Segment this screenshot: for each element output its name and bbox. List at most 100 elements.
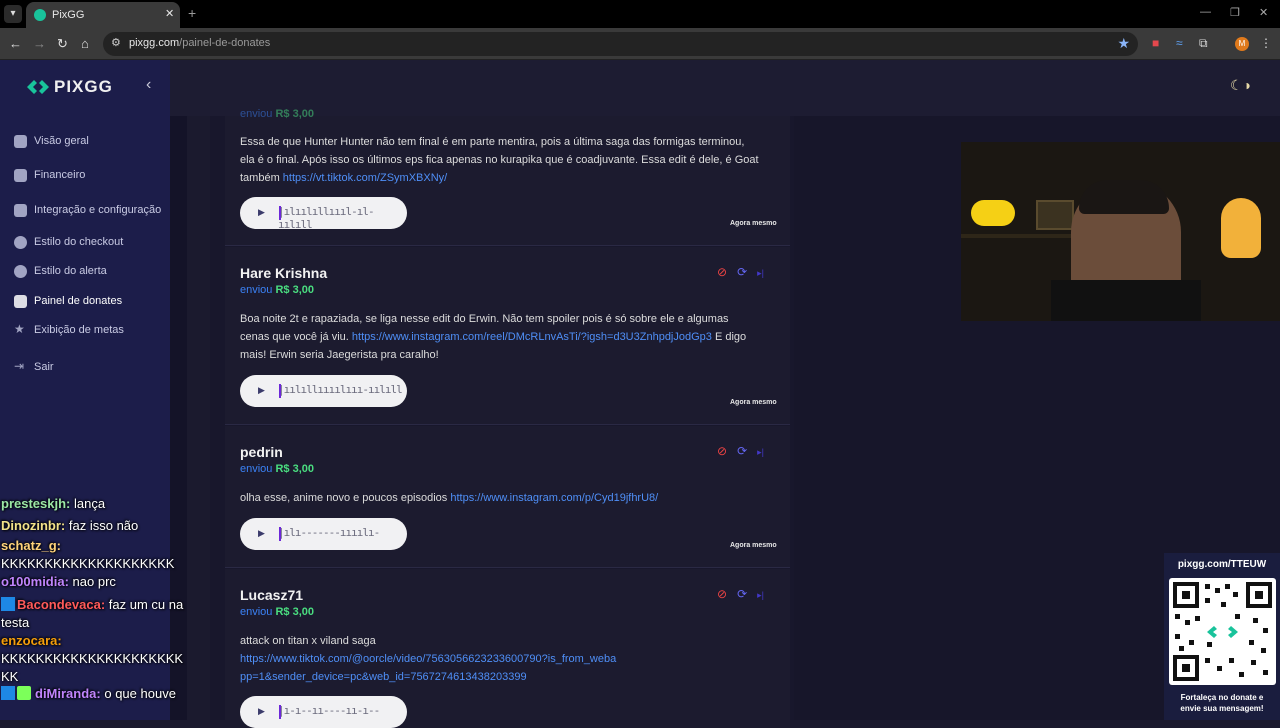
skip-icon[interactable]: ▸| xyxy=(757,447,764,457)
logo-mark-icon xyxy=(27,80,49,94)
chat-message: schatz_g: KKKKKKKKKKKKKKKKKKKK xyxy=(1,538,175,571)
minimize-icon[interactable]: — xyxy=(1200,6,1211,18)
sidebar-item-visao-geral[interactable]: Visão geral xyxy=(14,133,164,151)
donation-link[interactable]: https://www.tiktok.com/@oorcle/video/756… xyxy=(240,653,616,683)
donation-message: olha esse, anime novo e poucos episodios… xyxy=(240,492,659,504)
webcam-lamp xyxy=(971,200,1015,226)
replay-icon[interactable]: ⟳ xyxy=(737,265,747,279)
waveform: |ı-ı--ıı----ıı-ı-- xyxy=(278,704,380,717)
extensions-puzzle-icon[interactable]: ⧉ xyxy=(1199,36,1208,51)
donation-link[interactable]: https://www.instagram.com/p/Cyd19jfhrU8/ xyxy=(450,492,658,504)
chat-message: Dinozinbr: faz isso não xyxy=(1,518,139,533)
block-icon[interactable]: ⊘ xyxy=(717,444,727,458)
pixgg-logo[interactable]: PIXGG xyxy=(27,77,142,99)
sidebar-item-label: Visão geral xyxy=(34,135,89,147)
chat-badge-icon xyxy=(1,597,15,611)
replay-icon[interactable]: ⟳ xyxy=(737,587,747,601)
audio-player[interactable]: ▶ |ılı-------ıııılı- xyxy=(240,518,407,550)
browser-tab[interactable]: PixGG ✕ xyxy=(26,2,180,28)
donor-name: Hare Krishna xyxy=(240,265,328,281)
logout-icon: ⇥ xyxy=(14,359,25,373)
audio-player[interactable]: ▶ |ılıılıllıııl-ıl-ıılıll xyxy=(240,197,407,231)
sidebar-item-exibicao-metas[interactable]: ★ Exibição de metas xyxy=(14,322,164,340)
audio-player[interactable]: ▶ |ıılıllıııılııı-ıılıll xyxy=(240,375,407,407)
play-icon[interactable]: ▶ xyxy=(258,528,265,539)
restore-icon[interactable]: ❐ xyxy=(1230,6,1240,19)
chat-message: diMiranda: o que houve xyxy=(1,685,189,703)
block-icon[interactable]: ⊘ xyxy=(717,587,727,601)
audio-player[interactable]: ▶ |ı-ı--ıı----ıı-ı-- xyxy=(240,696,407,728)
webcam-plaque xyxy=(1036,200,1074,230)
donation-message: Boa noite 2t e rapaziada, se liga nesse … xyxy=(240,313,747,361)
home-icon xyxy=(14,135,27,148)
stream-chat-overlay: presteskjh: lança Dinozinbr: faz isso nã… xyxy=(0,478,190,720)
donation-amount: enviou R$ 3,00 xyxy=(240,284,315,296)
donation-card: Hare Krishna enviou R$ 3,00 ⊘ ⟳ ▸| Boa noi… xyxy=(225,247,790,425)
donation-message: attack on titan x viland saga https://www… xyxy=(240,635,617,683)
address-bar[interactable]: ⚙ pixgg.com/painel-de-donates ★ xyxy=(103,32,1138,56)
donation-link[interactable]: https://vt.tiktok.com/ZSymXBXNy/ xyxy=(283,172,447,184)
donation-amount: enviou R$ 3,00 xyxy=(240,606,315,618)
reload-icon[interactable]: ↻ xyxy=(57,36,68,52)
url-text[interactable]: pixgg.com/painel-de-donates xyxy=(129,37,270,49)
chat-message: Bacondevaca: faz um cu na testa xyxy=(1,597,184,630)
chat-message: enzocara: KKKKKKKKKKKKKKKKKKKKKKK xyxy=(1,633,184,684)
sidebar-item-sair[interactable]: ⇥ Sair xyxy=(14,359,164,377)
chat-message: o100midia: nao prc xyxy=(1,574,116,589)
site-info-icon[interactable]: ⚙ xyxy=(111,36,121,49)
donation-actions: ⊘ ⟳ ▸| xyxy=(717,587,764,601)
tab-strip: ▾ PixGG ✕ + — ❐ ✕ xyxy=(0,0,1280,28)
tab-search-button[interactable]: ▾ xyxy=(4,5,22,23)
doc-icon xyxy=(14,204,27,217)
close-tab-icon[interactable]: ✕ xyxy=(165,7,174,20)
qr-url: pixgg.com/TTEUW xyxy=(1177,559,1267,570)
tab-title: PixGG xyxy=(52,9,85,21)
webcam-streamer-shirt xyxy=(1051,280,1201,321)
donor-name: Lucasz71 xyxy=(240,587,304,603)
close-window-icon[interactable]: ✕ xyxy=(1259,6,1268,19)
donation-amount: enviou R$ 3,00 xyxy=(240,463,315,475)
play-icon[interactable]: ▶ xyxy=(258,385,265,396)
sidebar-item-estilo-alerta[interactable]: Estilo do alerta xyxy=(14,263,164,281)
extension-shield-icon[interactable]: ■ xyxy=(1152,36,1159,50)
play-icon[interactable]: ▶ xyxy=(258,706,265,717)
sidebar-item-integracao[interactable]: Integração e configuração xyxy=(14,202,164,220)
qr-code xyxy=(1169,578,1276,685)
donation-message: Essa de que Hunter Hunter não tem final … xyxy=(240,136,759,184)
theme-toggle-moon-icon[interactable]: ☾◑ xyxy=(1230,77,1251,94)
sidebar-item-label: Integração e configuração xyxy=(34,204,162,216)
donation-time: Agora mesmo xyxy=(730,542,777,549)
hand-coin-icon xyxy=(14,295,27,308)
donation-time: Agora mesmo xyxy=(730,399,777,406)
waveform: |ılıılıllıııl-ıl-ıılıll xyxy=(278,205,375,231)
waveform: |ılı-------ıııılı- xyxy=(278,526,380,539)
sidebar-item-label: Financeiro xyxy=(34,169,86,181)
skip-icon[interactable]: ▸| xyxy=(757,268,764,278)
collapse-sidebar-icon[interactable]: ‹ xyxy=(146,76,151,94)
menu-dots-icon[interactable]: ⋮ xyxy=(1260,36,1272,50)
webcam-streamer-hair xyxy=(1079,180,1169,214)
replay-icon[interactable]: ⟳ xyxy=(737,444,747,458)
webcam-overlay xyxy=(961,142,1280,321)
profile-avatar[interactable]: M xyxy=(1235,37,1249,51)
block-icon[interactable]: ⊘ xyxy=(717,265,727,279)
donation-link[interactable]: https://www.instagram.com/reel/DMcRLnvAs… xyxy=(352,331,712,343)
forward-icon[interactable]: → xyxy=(33,36,46,51)
waveform: |ıılıllıııılııı-ıılıll xyxy=(278,383,403,396)
new-tab-button[interactable]: + xyxy=(188,5,196,21)
sidebar-item-label: Exibição de metas xyxy=(34,324,124,336)
sidebar-item-painel-donates[interactable]: Painel de donates xyxy=(14,293,164,311)
home-icon[interactable]: ⌂ xyxy=(81,36,89,51)
sidebar-item-estilo-checkout[interactable]: Estilo do checkout xyxy=(14,234,164,252)
qr-code-graphic xyxy=(1173,582,1272,681)
palette-icon xyxy=(14,265,27,278)
skip-icon[interactable]: ▸| xyxy=(757,590,764,600)
play-icon[interactable]: ▶ xyxy=(258,207,265,218)
donor-name: pedrin xyxy=(240,444,283,460)
bookmark-star-icon[interactable]: ★ xyxy=(1117,35,1130,52)
donate-qr-widget: pixgg.com/TTEUW Fortaleça no donate e env… xyxy=(1164,553,1280,720)
playhead xyxy=(279,527,281,541)
extension-wave-icon[interactable]: ≈ xyxy=(1176,36,1183,50)
sidebar-item-financeiro[interactable]: Financeiro xyxy=(14,167,164,185)
back-icon[interactable]: ← xyxy=(9,36,22,51)
